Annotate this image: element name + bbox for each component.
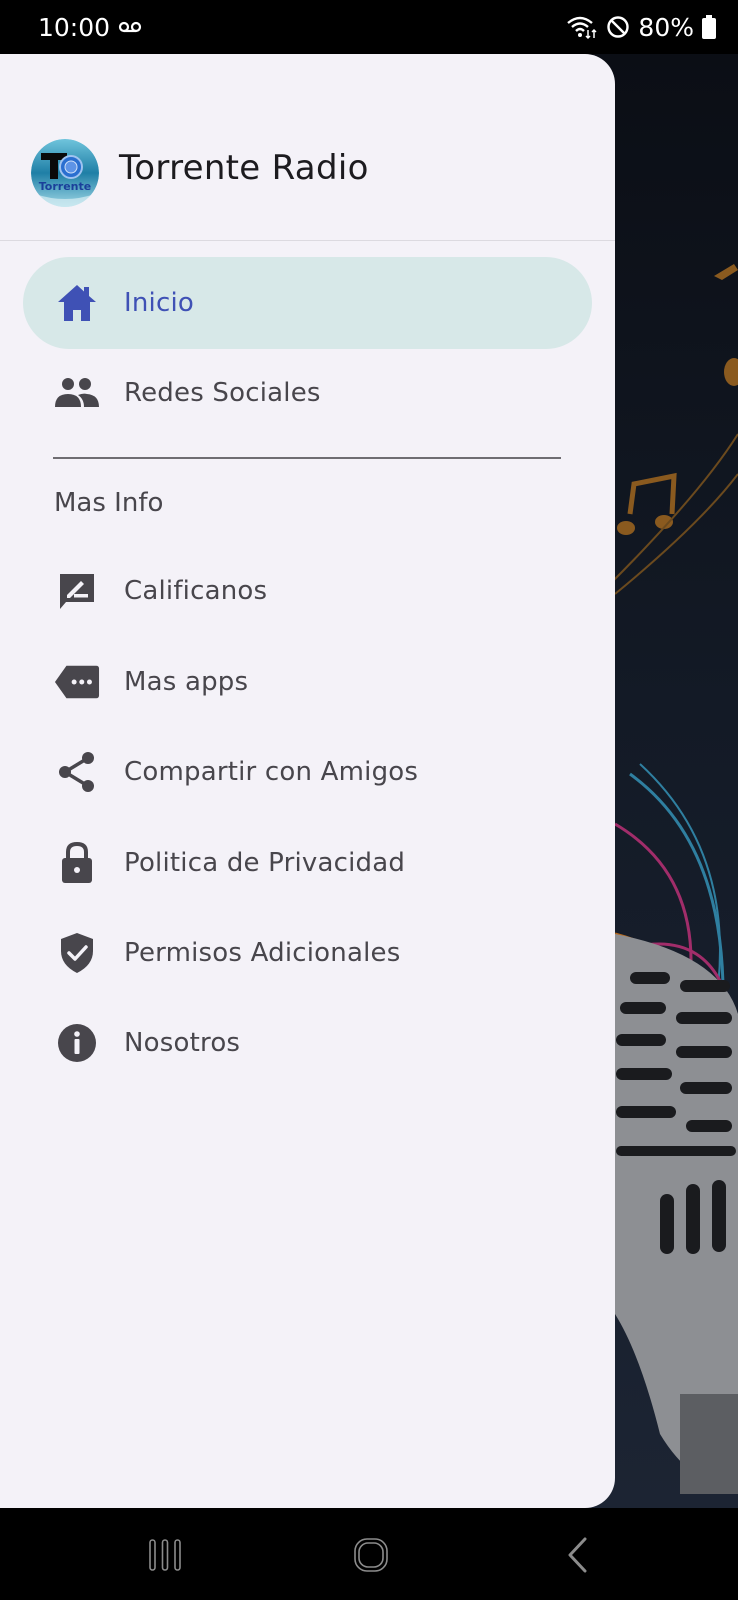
app-title: Torrente Radio xyxy=(119,148,369,188)
status-left: 10:00 xyxy=(38,13,142,42)
nav-label: Redes Sociales xyxy=(124,378,321,408)
nav-item-mas-apps[interactable]: Mas apps xyxy=(23,636,592,728)
recents-button[interactable] xyxy=(140,1530,190,1580)
nav-item-permisos-adicionales[interactable]: Permisos Adicionales xyxy=(23,907,592,999)
home-icon xyxy=(54,280,100,326)
nav-label: Nosotros xyxy=(124,1028,241,1058)
home-button-icon xyxy=(354,1538,388,1572)
nav-label: Permisos Adicionales xyxy=(124,938,401,968)
back-icon xyxy=(568,1537,587,1573)
nav-label: Mas apps xyxy=(124,667,249,697)
nav-label: Compartir con Amigos xyxy=(124,757,419,787)
voicemail-icon xyxy=(118,21,142,33)
do-not-disturb-icon xyxy=(607,16,630,38)
divider xyxy=(53,457,561,459)
torrente-logo-icon: Torrente xyxy=(31,139,99,207)
status-right: 80% xyxy=(566,13,716,42)
nav-item-compartir[interactable]: Compartir con Amigos xyxy=(23,726,592,818)
navigation-drawer: Torrente Torrente Radio Inicio Redes Soc… xyxy=(0,54,615,1508)
rate-review-icon xyxy=(54,568,100,614)
people-icon xyxy=(54,370,100,416)
nav-item-calificanos[interactable]: Calificanos xyxy=(23,545,592,637)
share-icon xyxy=(54,749,100,795)
svg-text:Torrente: Torrente xyxy=(39,180,91,193)
system-navigation-bar xyxy=(0,1508,738,1600)
music-note-icon xyxy=(617,264,738,535)
nav-item-nosotros[interactable]: Nosotros xyxy=(23,997,592,1089)
drawer-header: Torrente Torrente Radio xyxy=(0,54,615,241)
nav-item-inicio[interactable]: Inicio xyxy=(23,257,592,349)
battery-icon xyxy=(702,15,716,39)
nav-label: Inicio xyxy=(124,288,194,318)
more-apps-icon xyxy=(54,659,100,705)
section-label-mas-info: Mas Info xyxy=(54,488,164,518)
nav-item-politica-privacidad[interactable]: Politica de Privacidad xyxy=(23,817,592,909)
nav-label: Politica de Privacidad xyxy=(124,848,406,878)
lock-icon xyxy=(54,840,100,886)
info-icon xyxy=(54,1020,100,1066)
recents-icon xyxy=(149,1539,181,1571)
back-button[interactable] xyxy=(553,1530,603,1580)
wifi-data-icon xyxy=(567,16,597,40)
home-button[interactable] xyxy=(346,1530,396,1580)
verified-shield-icon xyxy=(54,930,100,976)
app-logo: Torrente xyxy=(31,139,99,207)
status-bar: 10:00 80% xyxy=(0,0,738,54)
nav-item-redes-sociales[interactable]: Redes Sociales xyxy=(23,347,592,439)
battery-percent: 80% xyxy=(638,12,694,42)
clock: 10:00 xyxy=(38,12,111,42)
nav-label: Calificanos xyxy=(124,576,268,606)
